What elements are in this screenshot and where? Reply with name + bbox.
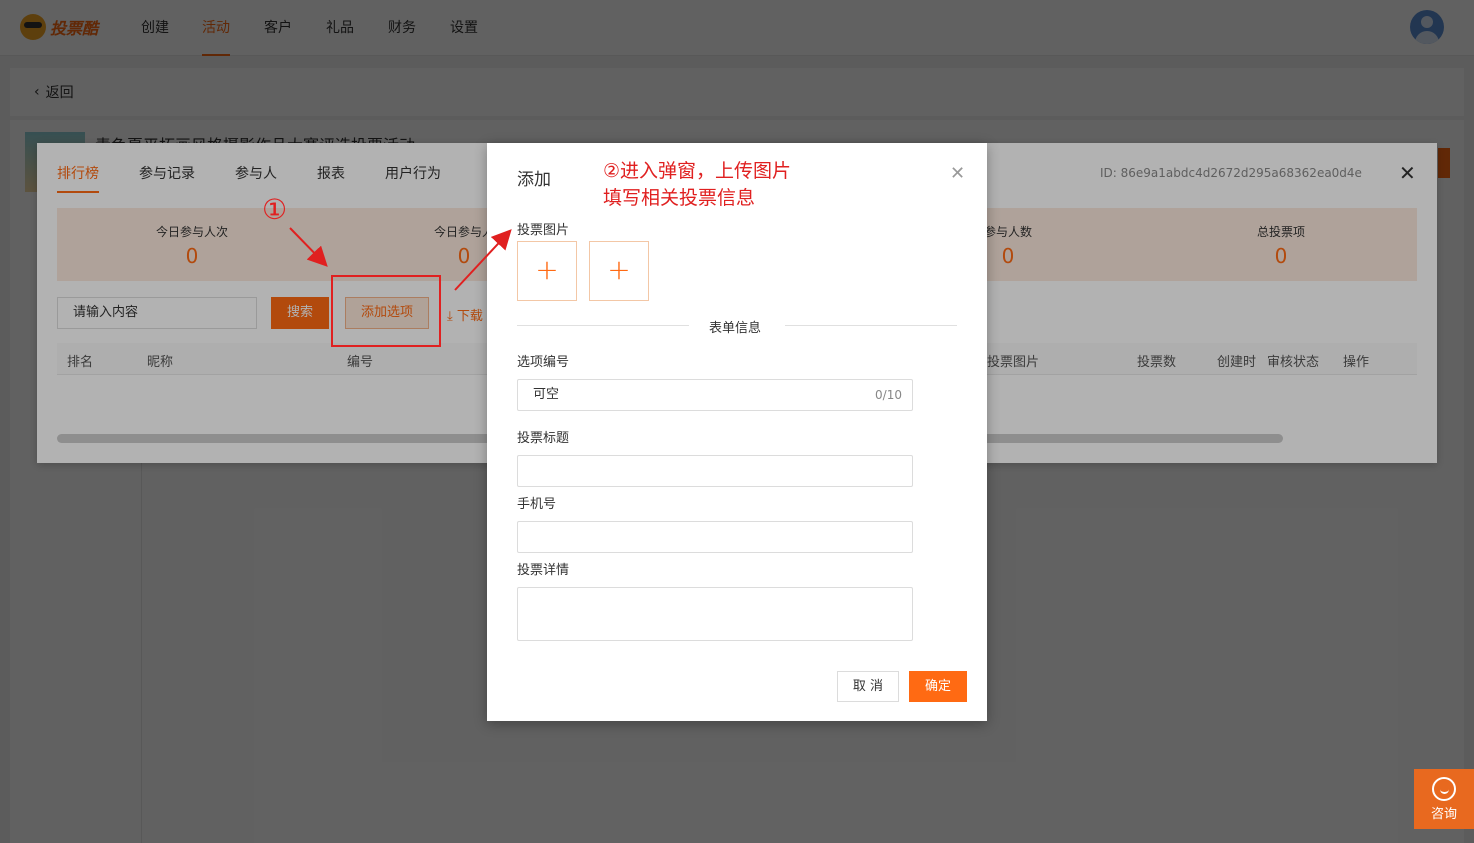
divider-line-left [517,325,689,326]
plus-icon: + [607,253,631,286]
phone-label: 手机号 [517,497,557,512]
char-counter: 0/10 [875,388,902,402]
option-number-placeholder: 可空 [533,387,560,402]
option-number-label: 选项编号 [517,355,570,370]
upload-image-button[interactable]: + [517,241,577,301]
divider-line-right [785,325,957,326]
detail-label: 投票详情 [517,563,570,578]
annotation-step1: ① [262,193,288,226]
image-label: 投票图片 [517,223,570,238]
modal-title: 添加 [517,170,551,190]
annotation-step2-line2: 填写相关投票信息 [603,187,756,209]
vote-title-label: 投票标题 [517,431,570,446]
upload-image-button-2[interactable]: + [589,241,649,301]
option-number-input[interactable]: 可空 0/10 [517,379,913,411]
detail-textarea[interactable] [517,587,913,641]
form-info-divider: 表单信息 [709,321,762,336]
add-option-modal: 添加 ✕ 投票图片 + + 表单信息 选项编号 可空 0/10 投票标题 手机号… [487,143,987,721]
chat-icon [1432,777,1456,801]
vote-title-input[interactable] [517,455,913,487]
cancel-button[interactable]: 取 消 [837,671,899,702]
consult-button[interactable]: 咨询 [1414,769,1474,829]
plus-icon: + [535,253,559,286]
confirm-button[interactable]: 确定 [909,671,967,702]
close-icon[interactable]: ✕ [950,163,965,184]
annotation-highlight-box [331,275,441,347]
phone-input[interactable] [517,521,913,553]
consult-label: 咨询 [1430,807,1457,822]
annotation-step2-line1: ②进入弹窗，上传图片 [603,160,792,182]
